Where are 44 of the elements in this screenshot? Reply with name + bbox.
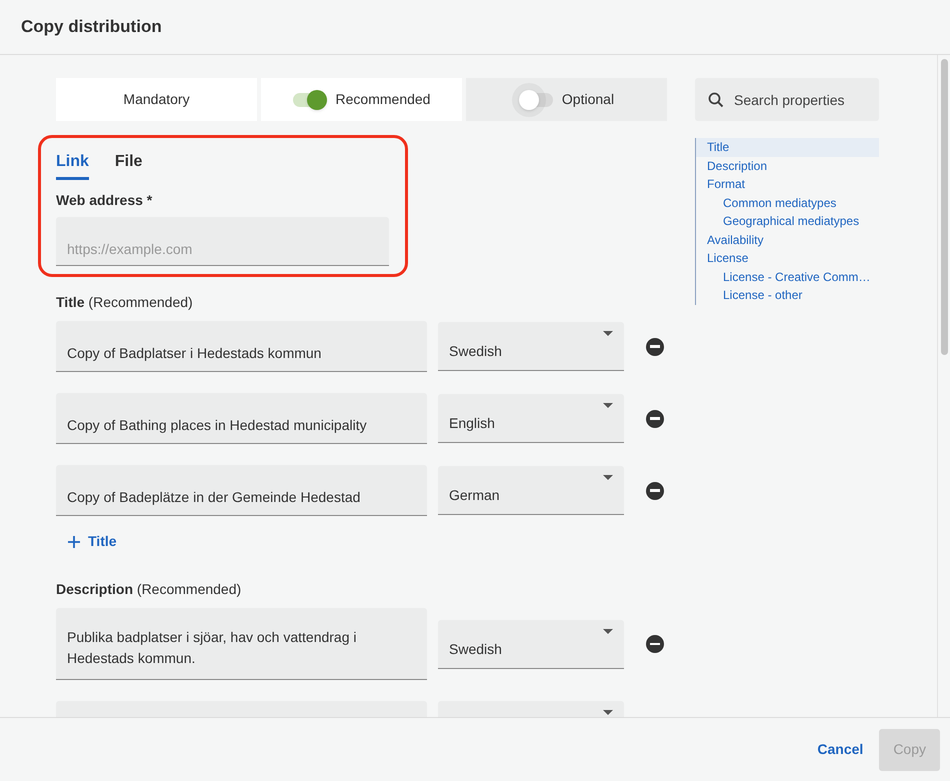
text-field[interactable]: Publika badplatser i sjöar, hav och vattendrag i Hedestads kommun. (56, 608, 427, 680)
caret-icon (603, 710, 613, 715)
caret-icon (603, 331, 613, 336)
section-label: Description (Recommended) (56, 580, 242, 599)
language-select[interactable]: Swedish (438, 620, 624, 668)
remove-button[interactable] (646, 338, 664, 356)
search-icon (708, 92, 724, 108)
nav-link[interactable]: License - Creative Comm… (696, 268, 879, 286)
nav-link[interactable]: License - other (696, 286, 879, 304)
text-field[interactable]: Copy of Bathing places in Hedestad municipality (56, 393, 427, 444)
language-select[interactable]: English (438, 394, 624, 443)
plus-icon (68, 536, 80, 548)
language-select[interactable]: German (438, 466, 624, 515)
scrollbar[interactable] (941, 59, 948, 355)
caret-icon (603, 628, 613, 634)
language-select[interactable]: Swedish (438, 322, 624, 371)
cancel-button[interactable]: Cancel (815, 739, 866, 760)
caret-icon (603, 475, 613, 480)
text-field[interactable]: Copy of Badplatser i Hedestads kommun (56, 321, 427, 372)
nav-link[interactable]: Common mediatypes (696, 194, 879, 212)
remove-button[interactable] (646, 410, 664, 428)
search-field[interactable]: Search properties (695, 78, 879, 121)
nav-link[interactable]: Availability (696, 230, 879, 249)
nav-link[interactable]: License (696, 249, 879, 268)
field-label: Web address * (56, 191, 154, 210)
caret-icon (603, 403, 613, 408)
toggle-switch[interactable] (292, 92, 327, 106)
dialog-title: Copy distribution (21, 16, 162, 38)
web-address-field[interactable]: https://example.com (56, 217, 389, 266)
remove-button[interactable] (646, 635, 664, 653)
toggle-switch[interactable] (518, 92, 553, 106)
nav-link[interactable]: Format (696, 175, 879, 194)
nav-link[interactable]: Geographical mediatypes (696, 212, 879, 230)
text-field[interactable]: Copy of Badeplätze in der Gemeinde Hedestad (56, 465, 427, 516)
nav-link[interactable]: Title (696, 138, 879, 156)
source-tab[interactable]: Link (56, 150, 89, 180)
source-tab[interactable]: File (114, 150, 142, 180)
filter-button[interactable]: Optional (466, 78, 667, 121)
remove-button[interactable] (646, 482, 664, 500)
section-label: Title (Recommended) (56, 293, 194, 312)
filter-button[interactable]: Recommended (261, 78, 462, 121)
nav-link[interactable]: Description (696, 156, 879, 175)
filter-button[interactable]: Mandatory (56, 78, 257, 121)
add-title-button[interactable]: Title (68, 531, 117, 552)
